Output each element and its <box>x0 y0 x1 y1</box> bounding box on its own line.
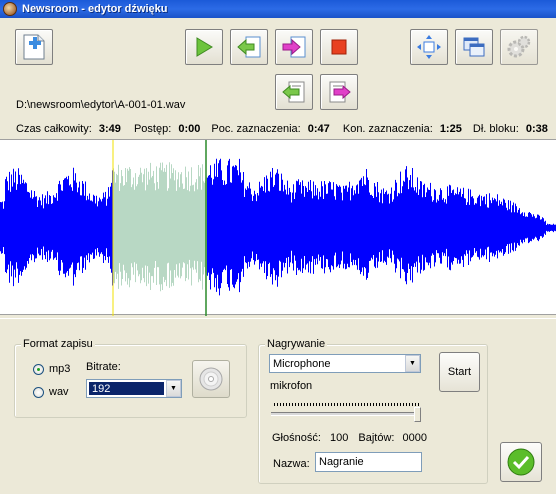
gears-icon <box>507 35 531 58</box>
recording-name-input[interactable]: Nagranie <box>315 452 422 472</box>
progress-label: Postęp: <box>133 123 172 135</box>
bitrate-value: 192 <box>89 382 164 395</box>
selection-start-value: 0:47 <box>307 123 330 135</box>
paste-in-icon <box>282 81 305 103</box>
bytes-label: Bajtów: <box>358 432 395 444</box>
new-file-button[interactable] <box>15 29 53 65</box>
window-icon <box>463 37 485 57</box>
format-group-label: Format zapisu <box>21 338 95 350</box>
checkmark-icon <box>507 448 535 476</box>
export-arrow-icon <box>282 36 306 58</box>
selection-waveform <box>113 162 207 292</box>
bottom-panel: Format zapisu mp3 wav Bitrate: 192 ▼ Nag… <box>0 318 556 494</box>
chevron-down-icon[interactable]: ▼ <box>166 380 181 397</box>
export-button[interactable] <box>275 29 313 65</box>
cd-icon <box>199 367 223 391</box>
name-label: Nazwa: <box>273 458 310 470</box>
volume-slider-track[interactable] <box>271 412 421 416</box>
paste-in-button[interactable] <box>275 74 313 110</box>
import-arrow-icon <box>237 36 261 58</box>
volume-slider-thumb[interactable] <box>414 407 421 422</box>
window-title: Newsroom - edytor dźwięku <box>22 3 168 15</box>
input-device-select[interactable]: Microphone ▼ <box>269 354 421 373</box>
time-stats: Czas całkowity: 3:49 Postęp: 0:00 Poc. z… <box>16 123 548 135</box>
start-recording-button[interactable]: Start <box>439 352 480 392</box>
mp3-radio[interactable]: mp3 <box>33 363 70 375</box>
confirm-button[interactable] <box>500 442 542 482</box>
play-icon <box>196 37 213 57</box>
waveform-view[interactable] <box>0 139 556 316</box>
volume-value: 100 <box>329 432 349 444</box>
file-path: D:\newsroom\edytor\A-001-01.wav <box>16 99 186 111</box>
wav-label: wav <box>49 386 69 398</box>
paste-out-icon <box>329 81 351 103</box>
mp3-label: mp3 <box>49 363 71 375</box>
volume-readout: Głośność: 100 Bajtów: 0000 <box>272 432 427 444</box>
play-button[interactable] <box>185 29 223 65</box>
zoom-fit-button[interactable] <box>410 29 448 65</box>
total-time-value: 3:49 <box>98 123 121 135</box>
bytes-value: 0000 <box>402 432 428 444</box>
block-length-label: Dł. bloku: <box>472 123 519 135</box>
selection-end-value: 1:25 <box>439 123 462 135</box>
input-device-value: Microphone <box>273 357 331 370</box>
selection-start-label: Poc. zaznaczenia: <box>211 123 301 135</box>
window-button[interactable] <box>455 29 493 65</box>
paste-out-button[interactable] <box>320 74 358 110</box>
wav-radio[interactable]: wav <box>33 386 69 398</box>
import-button[interactable] <box>230 29 268 65</box>
stop-icon <box>331 39 347 55</box>
settings-button[interactable] <box>500 29 538 65</box>
chevron-down-icon[interactable]: ▼ <box>405 355 420 372</box>
progress-value: 0:00 <box>178 123 201 135</box>
waveform <box>0 158 556 296</box>
recording-group-label: Nagrywanie <box>265 338 328 350</box>
burn-cd-button[interactable] <box>192 360 230 398</box>
mic-label: mikrofon <box>270 380 313 392</box>
app-icon <box>3 2 17 16</box>
stop-button[interactable] <box>320 29 358 65</box>
total-time-label: Czas całkowity: <box>16 123 92 135</box>
selection-end-label: Kon. zaznaczenia: <box>342 123 433 135</box>
wav-radio-dot <box>33 386 44 398</box>
bitrate-select[interactable]: 192 ▼ <box>86 379 182 398</box>
volume-label: Głośność: <box>272 432 321 444</box>
bitrate-label: Bitrate: <box>86 361 121 373</box>
waveform-canvas[interactable] <box>0 140 556 316</box>
block-length-value: 0:38 <box>525 123 548 135</box>
volume-slider-ticks <box>274 403 419 406</box>
new-document-icon <box>23 34 45 60</box>
move-arrows-icon <box>417 35 441 59</box>
mp3-radio-dot <box>33 363 44 375</box>
title-bar: Newsroom - edytor dźwięku <box>0 0 556 18</box>
